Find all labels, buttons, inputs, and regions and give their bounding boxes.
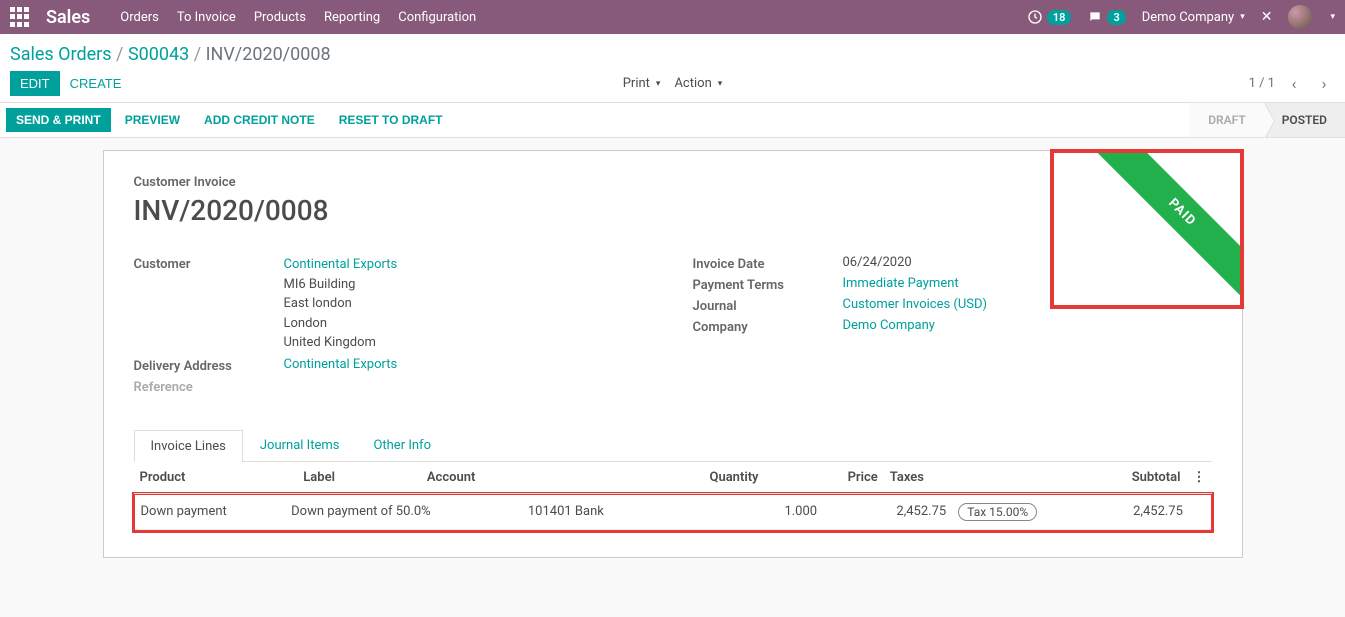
menu-products[interactable]: Products (254, 10, 306, 25)
edit-button[interactable]: EDIT (10, 71, 60, 96)
col-product: Product (134, 462, 298, 494)
cell-quantity: 1.000 (716, 495, 824, 530)
label-company: Company (693, 318, 843, 335)
col-label: Label (297, 462, 421, 494)
pager-prev[interactable]: ‹ (1283, 73, 1305, 95)
tab-journal-items[interactable]: Journal Items (243, 429, 357, 461)
close-icon[interactable]: ✕ (1261, 9, 1273, 25)
chat-icon (1087, 10, 1103, 24)
journal-link[interactable]: Customer Invoices (USD) (843, 297, 988, 312)
col-price: Price (765, 462, 884, 494)
activity-count: 18 (1047, 10, 1072, 25)
delivery-link[interactable]: Continental Exports (284, 357, 398, 372)
invoice-date-value: 06/24/2020 (843, 255, 1212, 270)
breadcrumb-current: INV/2020/0008 (206, 44, 331, 65)
invoice-subtitle: Customer Invoice (134, 175, 1212, 190)
col-quantity: Quantity (592, 462, 765, 494)
caret-icon: ▾ (1240, 12, 1245, 22)
send-print-button[interactable]: SEND & PRINT (6, 108, 111, 132)
tab-invoice-lines[interactable]: Invoice Lines (134, 430, 243, 462)
label-customer: Customer (134, 255, 284, 272)
customer-addr3: London (284, 314, 653, 334)
activity-indicator[interactable]: 18 (1027, 9, 1072, 25)
messaging-indicator[interactable]: 3 (1087, 10, 1125, 25)
customer-link[interactable]: Continental Exports (284, 255, 653, 275)
customer-addr4: United Kingdom (284, 333, 653, 353)
invoice-lines-table: Product Label Account Quantity Price Tax… (134, 462, 1212, 533)
nav-menu: Orders To Invoice Products Reporting Con… (120, 10, 1027, 25)
menu-reporting[interactable]: Reporting (324, 10, 380, 25)
pager-next[interactable]: › (1313, 73, 1335, 95)
company-selector[interactable]: Demo Company ▾ (1142, 10, 1245, 25)
label-journal: Journal (693, 297, 843, 314)
app-brand: Sales (46, 7, 90, 28)
cell-product: Down payment (135, 495, 286, 530)
action-dropdown[interactable]: Action▾ (674, 76, 722, 91)
label-invoice-date: Invoice Date (693, 255, 843, 272)
company-name: Demo Company (1142, 10, 1234, 25)
breadcrumb-order[interactable]: S00043 (128, 44, 189, 65)
pager-text: 1 / 1 (1249, 76, 1275, 91)
customer-addr2: East london (284, 294, 653, 314)
label-reference: Reference (134, 378, 284, 395)
tab-other-info[interactable]: Other Info (356, 429, 448, 461)
col-subtotal: Subtotal (1014, 462, 1186, 494)
credit-note-button[interactable]: ADD CREDIT NOTE (194, 108, 325, 132)
form-sheet: PAID Customer Invoice INV/2020/0008 Cust… (103, 150, 1243, 558)
topbar: Sales Orders To Invoice Products Reporti… (0, 0, 1345, 34)
cell-price: 2,452.75 (823, 495, 952, 530)
tabs: Invoice Lines Journal Items Other Info (134, 429, 1212, 462)
customer-addr1: MI6 Building (284, 275, 653, 295)
payment-terms-link[interactable]: Immediate Payment (843, 276, 959, 291)
col-taxes: Taxes (884, 462, 1015, 494)
cell-subtotal: 2,452.75 (1081, 495, 1189, 530)
breadcrumb: Sales Orders / S00043 / INV/2020/0008 (10, 44, 331, 65)
statusbar: SEND & PRINT PREVIEW ADD CREDIT NOTE RES… (0, 102, 1345, 138)
status-draft: DRAFT (1190, 103, 1264, 137)
clock-icon (1027, 9, 1043, 25)
col-kebab-icon[interactable]: ⋮ (1187, 462, 1212, 494)
avatar[interactable] (1288, 5, 1312, 29)
col-account: Account (421, 462, 592, 494)
tax-chip: Tax 15.00% (958, 503, 1037, 521)
reset-draft-button[interactable]: RESET TO DRAFT (329, 108, 453, 132)
create-button[interactable]: CREATE (60, 71, 132, 96)
label-delivery: Delivery Address (134, 357, 284, 374)
status-posted: POSTED (1264, 103, 1345, 137)
breadcrumb-root[interactable]: Sales Orders (10, 44, 112, 65)
label-payment-terms: Payment Terms (693, 276, 843, 293)
cell-label: Down payment of 50.0% (285, 495, 522, 530)
user-caret: ▾ (1330, 12, 1335, 22)
table-row[interactable]: Down payment Down payment of 50.0% 10140… (134, 493, 1212, 533)
company-link[interactable]: Demo Company (843, 318, 935, 333)
cell-account: 101401 Bank (522, 495, 716, 530)
menu-orders[interactable]: Orders (120, 10, 159, 25)
message-count: 3 (1107, 10, 1125, 25)
print-dropdown[interactable]: Print▾ (623, 76, 661, 91)
menu-to-invoice[interactable]: To Invoice (177, 10, 236, 25)
line-row-highlight: Down payment Down payment of 50.0% 10140… (132, 492, 1214, 533)
preview-button[interactable]: PREVIEW (115, 108, 190, 132)
invoice-title: INV/2020/0008 (134, 194, 1212, 227)
apps-icon[interactable] (10, 7, 30, 27)
menu-configuration[interactable]: Configuration (398, 10, 476, 25)
